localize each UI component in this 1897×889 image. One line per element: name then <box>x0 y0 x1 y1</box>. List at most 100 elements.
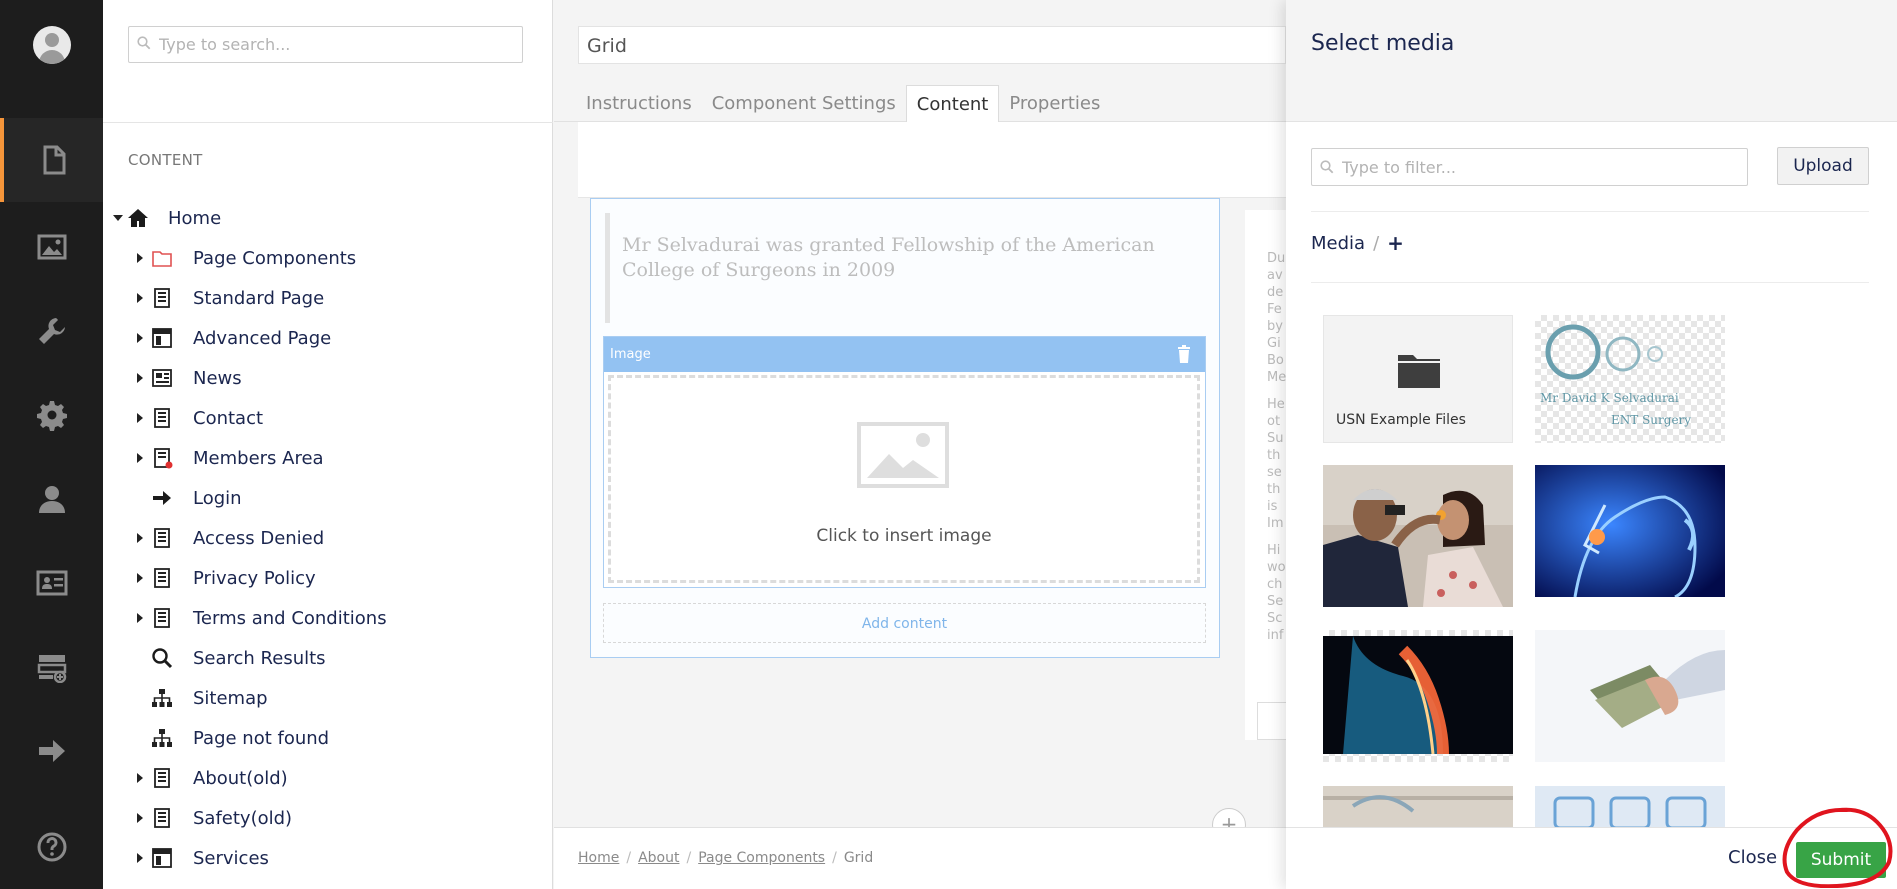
tree-heading: CONTENT <box>128 151 203 169</box>
tree-item-label: Terms and Conditions <box>193 607 387 629</box>
rail-redirects[interactable] <box>0 709 103 793</box>
media-image-tile[interactable] <box>1323 786 1513 827</box>
media-image-tile[interactable]: Mr David K Selvadurai ENT Surgery <box>1535 315 1725 443</box>
breadcrumb-page-components[interactable]: Page Components <box>698 850 825 866</box>
document-icon <box>43 145 65 175</box>
node-name-field[interactable]: Grid <box>578 26 1286 64</box>
tree-item-sitemap[interactable]: Sitemap <box>103 678 533 718</box>
tree-item-contact[interactable]: Contact <box>103 398 533 438</box>
tree-item-standard-page[interactable]: Standard Page <box>103 278 533 318</box>
tree-item-login[interactable]: Login <box>103 478 533 518</box>
caret-right-icon[interactable] <box>137 853 143 863</box>
folder-icon <box>151 247 173 269</box>
tab-content[interactable]: Content <box>905 85 1000 123</box>
rail-forms[interactable] <box>0 625 103 709</box>
tree-item-safety-old[interactable]: Safety(old) <box>103 798 533 838</box>
tree-item-home[interactable]: Home <box>103 198 533 238</box>
rail-settings[interactable] <box>0 289 103 373</box>
caret-right-icon[interactable] <box>137 413 143 423</box>
media-filter-input[interactable] <box>1342 149 1742 185</box>
logo-line-2: ENT Surgery <box>1611 413 1692 427</box>
breadcrumb-separator: / <box>686 850 692 866</box>
tab-instructions[interactable]: Instructions <box>576 85 702 123</box>
media-image-tile[interactable] <box>1535 786 1725 827</box>
close-button[interactable]: Close <box>1728 847 1777 868</box>
insert-image-dropzone[interactable]: Click to insert image <box>608 375 1200 583</box>
breadcrumb-current: Grid <box>843 850 874 866</box>
caret-right-icon[interactable] <box>137 773 143 783</box>
media-image-tile[interactable] <box>1535 465 1725 607</box>
rail-media[interactable] <box>0 205 103 289</box>
add-folder-icon[interactable]: + <box>1387 231 1404 255</box>
layout-icon <box>151 847 173 869</box>
quote-block[interactable]: Mr Selvadurai was granted Fellowship of … <box>605 213 1205 323</box>
tree-item-label: Page not found <box>193 727 330 749</box>
tree-item-advanced-page[interactable]: Advanced Page <box>103 318 533 358</box>
editor-toolbar <box>578 122 1286 198</box>
tree-item-label: Members Area <box>193 447 324 469</box>
tree-item-members-area[interactable]: Members Area <box>103 438 533 478</box>
partial-image-a <box>1323 786 1513 827</box>
rail-help[interactable] <box>0 805 103 889</box>
tab-properties[interactable]: Properties <box>999 85 1110 123</box>
caret-right-icon[interactable] <box>137 533 143 543</box>
image-control[interactable]: Image Click to insert image <box>603 336 1206 588</box>
trash-icon[interactable] <box>1177 345 1191 363</box>
caret-right-icon[interactable] <box>137 293 143 303</box>
tree-item-access-denied[interactable]: Access Denied <box>103 518 533 558</box>
tree-item-news[interactable]: News <box>103 358 533 398</box>
upload-button[interactable]: Upload <box>1777 147 1869 185</box>
tree-item-label: Privacy Policy <box>193 567 316 589</box>
user-icon <box>38 486 65 513</box>
page-icon <box>151 287 173 309</box>
rail-members[interactable] <box>0 541 103 625</box>
caret-right-icon[interactable] <box>137 253 143 263</box>
content-tree-panel: CONTENT Home Page Components Standard Pa… <box>103 0 654 889</box>
sitemap-icon <box>151 687 173 709</box>
tree-divider <box>103 122 553 123</box>
grid-column[interactable]: Mr Selvadurai was granted Fellowship of … <box>590 198 1220 658</box>
select-media-panel: Select media Upload Media / + USN Exampl… <box>1286 0 1897 889</box>
caret-right-icon[interactable] <box>137 453 143 463</box>
tree-item-label: Safety(old) <box>193 807 293 829</box>
breadcrumb-about[interactable]: About <box>638 850 679 866</box>
caret-right-icon[interactable] <box>137 573 143 583</box>
caret-right-icon[interactable] <box>137 613 143 623</box>
tree-item-label: Sitemap <box>193 687 268 709</box>
tab-component-settings[interactable]: Component Settings <box>702 85 906 123</box>
media-image-tile[interactable] <box>1323 630 1513 762</box>
search-icon <box>151 647 173 669</box>
tree-item-services[interactable]: Services <box>103 838 533 878</box>
media-image-tile[interactable] <box>1323 465 1513 607</box>
tree-item-page-components[interactable]: Page Components <box>103 238 533 278</box>
wrench-icon <box>38 318 65 344</box>
tree-item-search-results[interactable]: Search Results <box>103 638 533 678</box>
rail-content[interactable] <box>0 118 103 202</box>
caret-right-icon[interactable] <box>137 333 143 343</box>
breadcrumb-home[interactable]: Home <box>578 850 619 866</box>
tree-item-about-old[interactable]: About(old) <box>103 758 533 798</box>
rail-users[interactable] <box>0 457 103 541</box>
help-icon <box>37 832 66 862</box>
add-content-button[interactable]: Add content <box>603 603 1206 643</box>
page-icon <box>151 567 173 589</box>
red-annotation-circle <box>1782 807 1893 888</box>
media-crumb-root[interactable]: Media <box>1311 233 1365 254</box>
tree-search-input[interactable] <box>159 27 514 62</box>
media-folder-tile[interactable]: USN Example Files <box>1323 315 1513 443</box>
caret-right-icon[interactable] <box>137 373 143 383</box>
page-icon <box>151 767 173 789</box>
tree-item-terms[interactable]: Terms and Conditions <box>103 598 533 638</box>
rail-developer[interactable] <box>0 373 103 457</box>
tree-item-privacy-policy[interactable]: Privacy Policy <box>103 558 533 598</box>
partial-image-b <box>1535 786 1725 827</box>
media-image-tile[interactable] <box>1535 630 1725 762</box>
caret-down-icon[interactable] <box>113 215 123 221</box>
picker-divider <box>1311 282 1869 283</box>
avatar[interactable] <box>33 26 71 64</box>
image-control-title: Image <box>610 347 651 362</box>
caret-right-icon[interactable] <box>137 813 143 823</box>
media-breadcrumb: Media / + <box>1311 231 1404 255</box>
tree-item-label: Search Results <box>193 647 326 669</box>
tree-item-page-not-found[interactable]: Page not found <box>103 718 533 758</box>
